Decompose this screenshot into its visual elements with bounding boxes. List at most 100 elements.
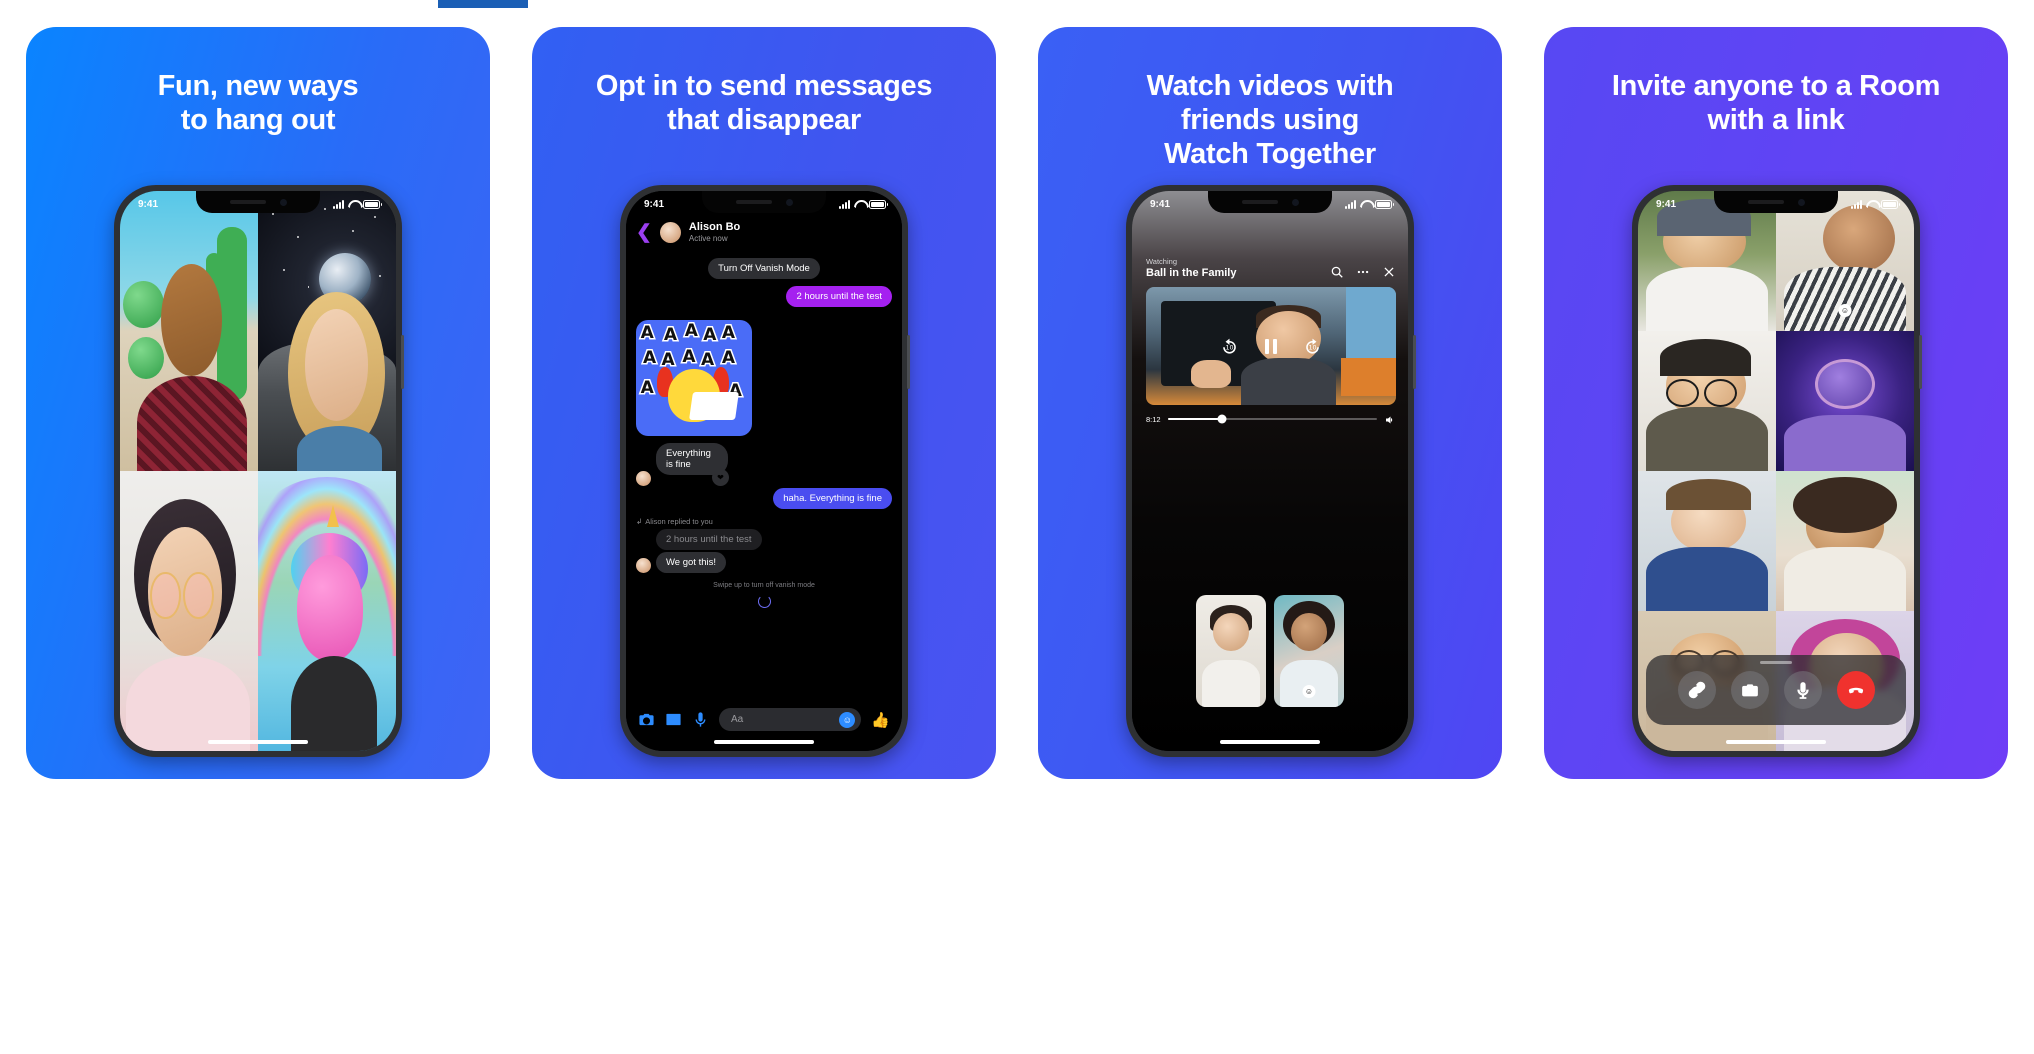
status-bar: 9:41 <box>120 191 396 215</box>
status-bar: 9:41 <box>1132 191 1408 215</box>
svg-text:10: 10 <box>1308 344 1316 351</box>
status-bar: 9:41 <box>626 191 902 215</box>
pip-tile-right[interactable]: ☺ <box>1274 595 1344 707</box>
message-list: Turn Off Vanish Mode 2 hours until the t… <box>626 249 902 700</box>
pip-tile-left[interactable] <box>1196 595 1266 707</box>
contact-name: Alison Bo <box>688 221 741 233</box>
battery-full-icon <box>1375 199 1394 209</box>
cellular-bars-icon <box>333 199 344 209</box>
thumbs-up-icon[interactable]: 👍 <box>871 711 890 729</box>
room-tile-4[interactable] <box>1776 331 1914 471</box>
battery-full-icon <box>869 199 888 209</box>
chevron-left-icon[interactable]: ❮ <box>636 223 652 242</box>
room-tile-5[interactable] <box>1638 471 1776 611</box>
home-indicator[interactable] <box>1726 740 1826 744</box>
end-call-button[interactable] <box>1836 671 1875 709</box>
home-indicator[interactable] <box>208 740 308 744</box>
unicorn-ar-effect-tile[interactable] <box>258 471 396 751</box>
emoji-smiley-icon: ☺ <box>1838 304 1852 317</box>
message-row: Turn Off Vanish Mode <box>636 258 892 280</box>
watch-together-screen: Watching Ball in the Family 10 10 8:12 ☺ <box>1132 191 1408 751</box>
home-indicator[interactable] <box>714 740 814 744</box>
avatar[interactable] <box>636 558 651 574</box>
swipe-hint: Swipe up to turn off vanish mode <box>713 582 815 590</box>
share-link-button[interactable] <box>1677 671 1716 709</box>
pause-icon[interactable] <box>1265 338 1277 354</box>
participant-tiles: ☺ <box>1196 595 1344 707</box>
more-horizontal-icon[interactable] <box>1356 265 1370 279</box>
search-icon[interactable] <box>1330 265 1344 279</box>
top-accent-bar <box>438 0 528 8</box>
quoted-message[interactable]: 2 hours until the test <box>656 529 762 551</box>
video-scrubber[interactable]: 8:12 <box>1146 413 1396 425</box>
outgoing-message[interactable]: haha. Everything is fine <box>773 488 892 510</box>
rewind-10-icon[interactable]: 10 <box>1220 337 1239 356</box>
photo-gallery-icon[interactable] <box>665 711 682 728</box>
camera-icon[interactable] <box>638 711 655 728</box>
incoming-message[interactable]: Everything is fine <box>656 443 729 476</box>
outgoing-message[interactable]: 2 hours until the test <box>786 286 892 308</box>
microphone-icon[interactable] <box>692 711 709 728</box>
forward-10-icon[interactable]: 10 <box>1303 337 1322 356</box>
phone-mockup: Watching Ball in the Family 10 10 8:12 ☺… <box>1126 185 1416 757</box>
emoji-smiley-icon[interactable]: ☺ <box>839 711 856 728</box>
message-row: 2 hours until the test <box>656 529 892 551</box>
phone-mockup: ☺ 9:41 <box>1632 185 1922 757</box>
card-watch-together[interactable]: Watch videos with friends using Watch To… <box>1038 27 1502 779</box>
moon-ar-effect-tile[interactable] <box>258 191 396 471</box>
reply-arrow-icon: ↲ <box>636 517 643 527</box>
chat-thread: ❮ Alison Bo Active now Turn Off Vanish M… <box>626 191 902 751</box>
status-time: 9:41 <box>1150 198 1171 210</box>
cactus-ar-effect-tile[interactable] <box>120 191 258 471</box>
message-row: Everything is fine ❤ <box>636 443 892 487</box>
message-input[interactable]: Aa ☺ <box>719 708 862 731</box>
message-row: We got this! <box>636 552 892 574</box>
glasses-ar-effect-tile[interactable] <box>120 471 258 751</box>
close-x-icon[interactable] <box>1382 265 1396 279</box>
status-time: 9:41 <box>138 198 159 210</box>
contact-status: Active now <box>688 233 728 243</box>
card-headline: Fun, new ways to hang out <box>157 70 359 137</box>
volume-icon[interactable] <box>1384 413 1396 425</box>
loading-spinner <box>757 595 771 609</box>
room-tile-6[interactable] <box>1776 471 1914 611</box>
card-rooms[interactable]: Invite anyone to a Room with a link ☺ 9:… <box>1544 27 2008 779</box>
status-time: 9:41 <box>1656 198 1677 210</box>
card-vanish-mode[interactable]: Opt in to send messages that disappear ❮… <box>532 27 996 779</box>
sticker-message[interactable]: AA AA A AA AA A AA <box>636 320 752 437</box>
card-fun-ways[interactable]: Fun, new ways to hang out 9:41 <box>26 27 490 779</box>
screenshot-gallery: Fun, new ways to hang out 9:41 Opt in to… <box>0 0 2034 1054</box>
card-row: Fun, new ways to hang out 9:41 Opt in to… <box>0 27 2034 1027</box>
room-tile-3[interactable] <box>1638 331 1776 471</box>
progress-knob[interactable] <box>1217 414 1227 424</box>
incoming-message[interactable]: We got this! <box>656 552 726 574</box>
system-message[interactable]: Turn Off Vanish Mode <box>708 258 820 280</box>
mute-button[interactable] <box>1783 671 1822 709</box>
message-row: haha. Everything is fine <box>636 488 892 510</box>
message-row: AA AA A AA AA A AA <box>636 314 892 437</box>
video-controls: 10 10 <box>1146 287 1396 405</box>
cellular-bars-icon <box>1851 199 1862 209</box>
video-player[interactable]: 10 10 <box>1146 287 1396 405</box>
wifi-icon <box>348 200 359 209</box>
video-call-grid <box>120 191 396 751</box>
flip-camera-button[interactable] <box>1730 671 1769 709</box>
cellular-bars-icon <box>1345 199 1356 209</box>
wifi-icon <box>854 200 865 209</box>
wifi-icon <box>1360 200 1371 209</box>
message-composer: Aa ☺ 👍 <box>626 700 902 731</box>
battery-full-icon <box>1881 199 1900 209</box>
avatar[interactable] <box>636 471 651 487</box>
battery-full-icon <box>363 199 382 209</box>
phone-mockup: ❮ Alison Bo Active now Turn Off Vanish M… <box>620 185 910 757</box>
phone-mockup: 9:41 <box>114 185 404 757</box>
video-title: Ball in the Family <box>1146 267 1237 279</box>
avatar[interactable] <box>659 221 681 243</box>
home-indicator[interactable] <box>1220 740 1320 744</box>
wifi-icon <box>1866 200 1877 209</box>
cellular-bars-icon <box>839 199 850 209</box>
emoji-smiley-icon: ☺ <box>1302 685 1316 699</box>
svg-text:10: 10 <box>1225 344 1233 351</box>
status-time: 9:41 <box>644 198 665 210</box>
progress-track[interactable] <box>1167 414 1377 424</box>
